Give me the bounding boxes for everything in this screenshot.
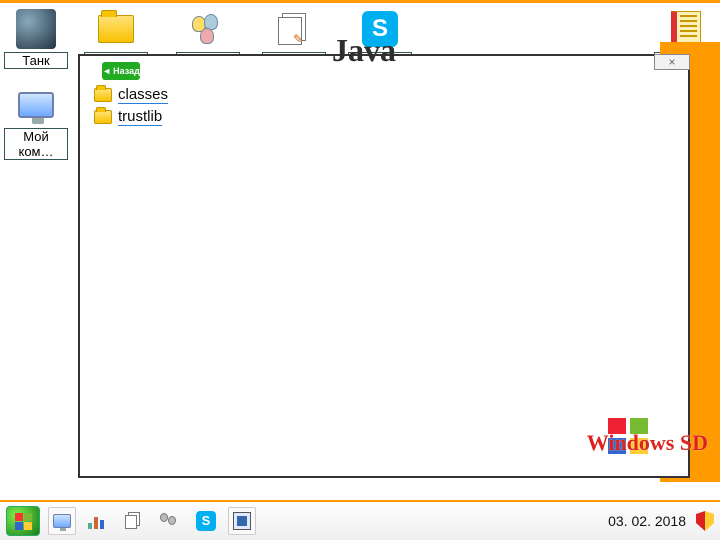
keys-icon	[160, 513, 180, 529]
desktop: Танк Папка Моя муз… Мои док… Skype Памят…	[0, 6, 720, 500]
folder-item[interactable]: trustlib	[94, 108, 674, 126]
desktop-icon-label: Мой ком…	[4, 128, 68, 160]
chart-icon	[88, 513, 108, 529]
taskbar-item-chart[interactable]	[84, 507, 112, 535]
documents-icon	[276, 13, 312, 45]
folder-icon	[94, 110, 112, 124]
taskbar-item-explorer[interactable]	[228, 507, 256, 535]
documents-icon	[125, 512, 143, 530]
folder-icon	[94, 88, 112, 102]
desktop-icon-label: Танк	[4, 52, 68, 69]
window-body: ◄Назад classes trustlib	[80, 56, 688, 476]
taskbar-item-mycomputer[interactable]	[48, 507, 76, 535]
security-shield-icon[interactable]	[696, 511, 714, 531]
folder-item[interactable]: classes	[94, 86, 674, 104]
folder-item-label: classes	[118, 86, 168, 104]
folder-icon	[98, 15, 134, 43]
music-icon	[188, 14, 228, 44]
desktop-icon-mycomputer[interactable]: Мой ком…	[4, 84, 68, 160]
monitor-icon	[53, 514, 71, 528]
start-button[interactable]	[6, 506, 40, 536]
explorer-window: Java × ◄Назад classes trustlib	[78, 54, 690, 478]
branding-text: Windows SD	[587, 432, 708, 454]
taskbar-item-keys[interactable]	[156, 507, 184, 535]
desktop-icon-tank[interactable]: Танк	[4, 8, 68, 69]
monitor-icon	[18, 92, 54, 118]
folder-item-label: trustlib	[118, 108, 162, 126]
taskbar-item-docs[interactable]	[120, 507, 148, 535]
back-button-label: Назад	[113, 67, 140, 76]
skype-icon: S	[196, 511, 216, 531]
taskbar-item-skype[interactable]: S	[192, 507, 220, 535]
back-button[interactable]: ◄Назад	[102, 62, 140, 80]
windows-logo-icon	[15, 513, 32, 530]
taskbar: S 03. 02. 2018	[0, 500, 720, 540]
system-tray: 03. 02. 2018	[608, 511, 714, 531]
computer-icon	[233, 512, 251, 530]
tray-date: 03. 02. 2018	[608, 514, 686, 528]
game-icon	[16, 9, 56, 49]
